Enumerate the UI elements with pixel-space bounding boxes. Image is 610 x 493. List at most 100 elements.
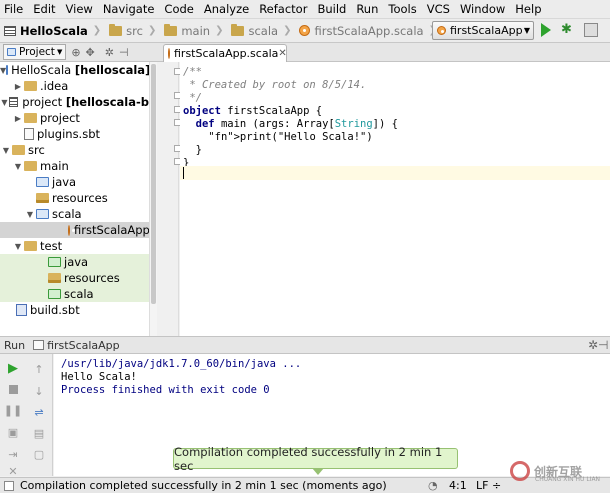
tree-item-test[interactable]: ▼ test [0,238,149,254]
target-icon[interactable]: ⊕ [71,46,80,59]
dump-threads-icon[interactable]: ▣ [5,425,21,439]
menu-navigate[interactable]: Navigate [99,2,161,16]
code-line: /** [183,66,202,78]
menu-window[interactable]: Window [456,2,511,16]
code-line: */ [183,92,202,104]
menu-help[interactable]: Help [511,2,547,16]
menu-run[interactable]: Run [352,2,384,16]
breadcrumb-scala[interactable]: scala ❯ [227,21,295,41]
menu-file[interactable]: File [0,2,29,16]
console-icon [33,340,45,350]
caret-position[interactable]: 4:1 [449,479,467,492]
folder-icon [109,23,123,36]
hide-icon[interactable]: ⊣ [119,46,129,59]
navigation-bar: HelloScala ❯ src ❯ main ❯ scala ❯ firstScala… [0,19,610,43]
breadcrumb-src[interactable]: src ❯ [105,21,160,41]
resources-folder-icon [36,193,49,203]
exit-icon[interactable]: ⇥ [5,447,21,461]
close-icon[interactable]: ✕ [278,48,286,59]
stop-icon[interactable] [584,23,598,37]
tree-item-firstscalaapp[interactable]: firstScalaApp [0,222,149,238]
rerun-icon[interactable]: ▶ [5,361,21,376]
code-line: } [183,144,202,156]
run-configuration-select[interactable]: firstScalaApp ▼ [432,21,534,40]
gear-icon[interactable]: ✲⊣ [588,338,609,352]
menu-view[interactable]: View [62,2,99,16]
test-resources-folder-icon [48,273,61,283]
folder-icon [24,81,37,91]
menu-tools[interactable]: Tools [384,2,422,16]
scala-file-icon [299,25,311,36]
breadcrumb-file[interactable]: firstScalaApp.scala❯ [295,21,441,41]
tree-item-main-resources[interactable]: resources [0,190,149,206]
tree-item-test-resources[interactable]: resources [0,270,149,286]
scala-object-icon [68,224,75,236]
down-arrow-icon[interactable]: ↓ [31,384,47,398]
run-panel-header: Run firstScalaApp ✲⊣ [0,336,610,354]
collapse-icon[interactable]: ✥ [86,46,95,59]
menu-bar: File Edit View Navigate Code Analyze Ref… [0,0,610,19]
tree-item-plugins-sbt[interactable]: plugins.sbt [0,126,149,142]
menu-build[interactable]: Build [313,2,352,16]
menu-code[interactable]: Code [160,2,199,16]
clear-icon[interactable]: ▢ [31,447,47,461]
expanded-icon: ▼ [14,241,22,251]
debug-icon[interactable]: ✱ [561,23,575,37]
scrollbar-thumb[interactable] [151,64,156,304]
run-tab-firstscalaapp[interactable]: firstScalaApp [33,339,120,352]
project-tree-scrollbar[interactable] [149,62,157,336]
project-icon [7,48,16,56]
tree-item-src[interactable]: ▼ src [0,142,149,158]
breadcrumb-project[interactable]: HelloScala ❯ [0,21,105,41]
tree-item-main[interactable]: ▼ main [0,158,149,174]
menu-edit[interactable]: Edit [29,2,61,16]
line-separator[interactable]: LF ÷ [476,479,501,492]
tree-item-project-module[interactable]: ▼ project [helloscala-b [0,94,149,110]
console-line: /usr/lib/java/jdk1.7.0_60/bin/java ... [61,358,302,370]
stop-icon[interactable] [5,382,21,396]
menu-analyze[interactable]: Analyze [200,2,255,16]
current-line-highlight [180,166,610,180]
tree-item-build-sbt[interactable]: build.sbt [0,302,149,318]
tab-firstscalaapp[interactable]: firstScalaApp.scala ✕ [163,44,287,62]
code-line: * Created by root on 8/5/14. [183,79,367,91]
project-tree: ▼ HelloScala [helloscala] ▶ .idea ▼ proj… [0,62,149,336]
tree-item-project[interactable]: ▶ project [0,110,149,126]
tree-item-test-java[interactable]: java [0,254,149,270]
sbt-file-icon [16,304,27,316]
console-line: Hello Scala! [61,371,137,383]
toggle-panels-icon[interactable] [4,480,14,491]
run-toolbar-left: ▶ ❚❚ ▣ ⇥ ✕ [0,354,25,478]
project-view-tab[interactable]: Project ▼ [3,44,67,60]
status-message: Compilation completed successfully in 2 … [20,479,387,492]
soft-wrap-icon[interactable]: ⇌ [31,405,47,419]
module-icon [8,97,19,107]
tree-item-main-scala[interactable]: ▼ scala [0,206,149,222]
up-arrow-icon[interactable]: ↑ [31,362,47,376]
folder-icon [24,161,37,171]
close-icon[interactable]: ✕ [5,464,21,478]
tree-item-main-java[interactable]: java [0,174,149,190]
compilation-notification[interactable]: Compilation completed successfully in 2 … [173,445,458,475]
folder-icon [164,23,178,36]
pause-icon[interactable]: ❚❚ [4,403,22,417]
code-line: object firstScalaApp { [183,105,323,117]
watermark-logo: 创新互联 CHUANG XIN HU LIAN [510,459,610,483]
source-folder-icon [36,209,49,219]
collapsed-icon: ▶ [14,81,22,91]
lock-icon[interactable]: ◔ [428,479,438,492]
tree-item-helloscala[interactable]: ▼ HelloScala [helloscala] [0,62,149,78]
chevron-down-icon: ▼ [56,48,63,56]
breadcrumb-main[interactable]: main ❯ [160,21,227,41]
gear-icon[interactable]: ✲ [105,46,114,59]
tree-item-test-scala[interactable]: scala [0,286,149,302]
print-icon[interactable]: ▤ [31,426,47,440]
run-icon[interactable] [541,23,551,37]
menu-vcs[interactable]: VCS [423,2,456,16]
file-icon [24,128,34,140]
scala-icon [437,26,446,35]
code-editor[interactable]: /** * Created by root on 8/5/14. */ obje… [180,62,610,336]
menu-refactor[interactable]: Refactor [255,2,313,16]
chevron-down-icon: ▼ [523,26,530,35]
tree-item-idea[interactable]: ▶ .idea [0,78,149,94]
